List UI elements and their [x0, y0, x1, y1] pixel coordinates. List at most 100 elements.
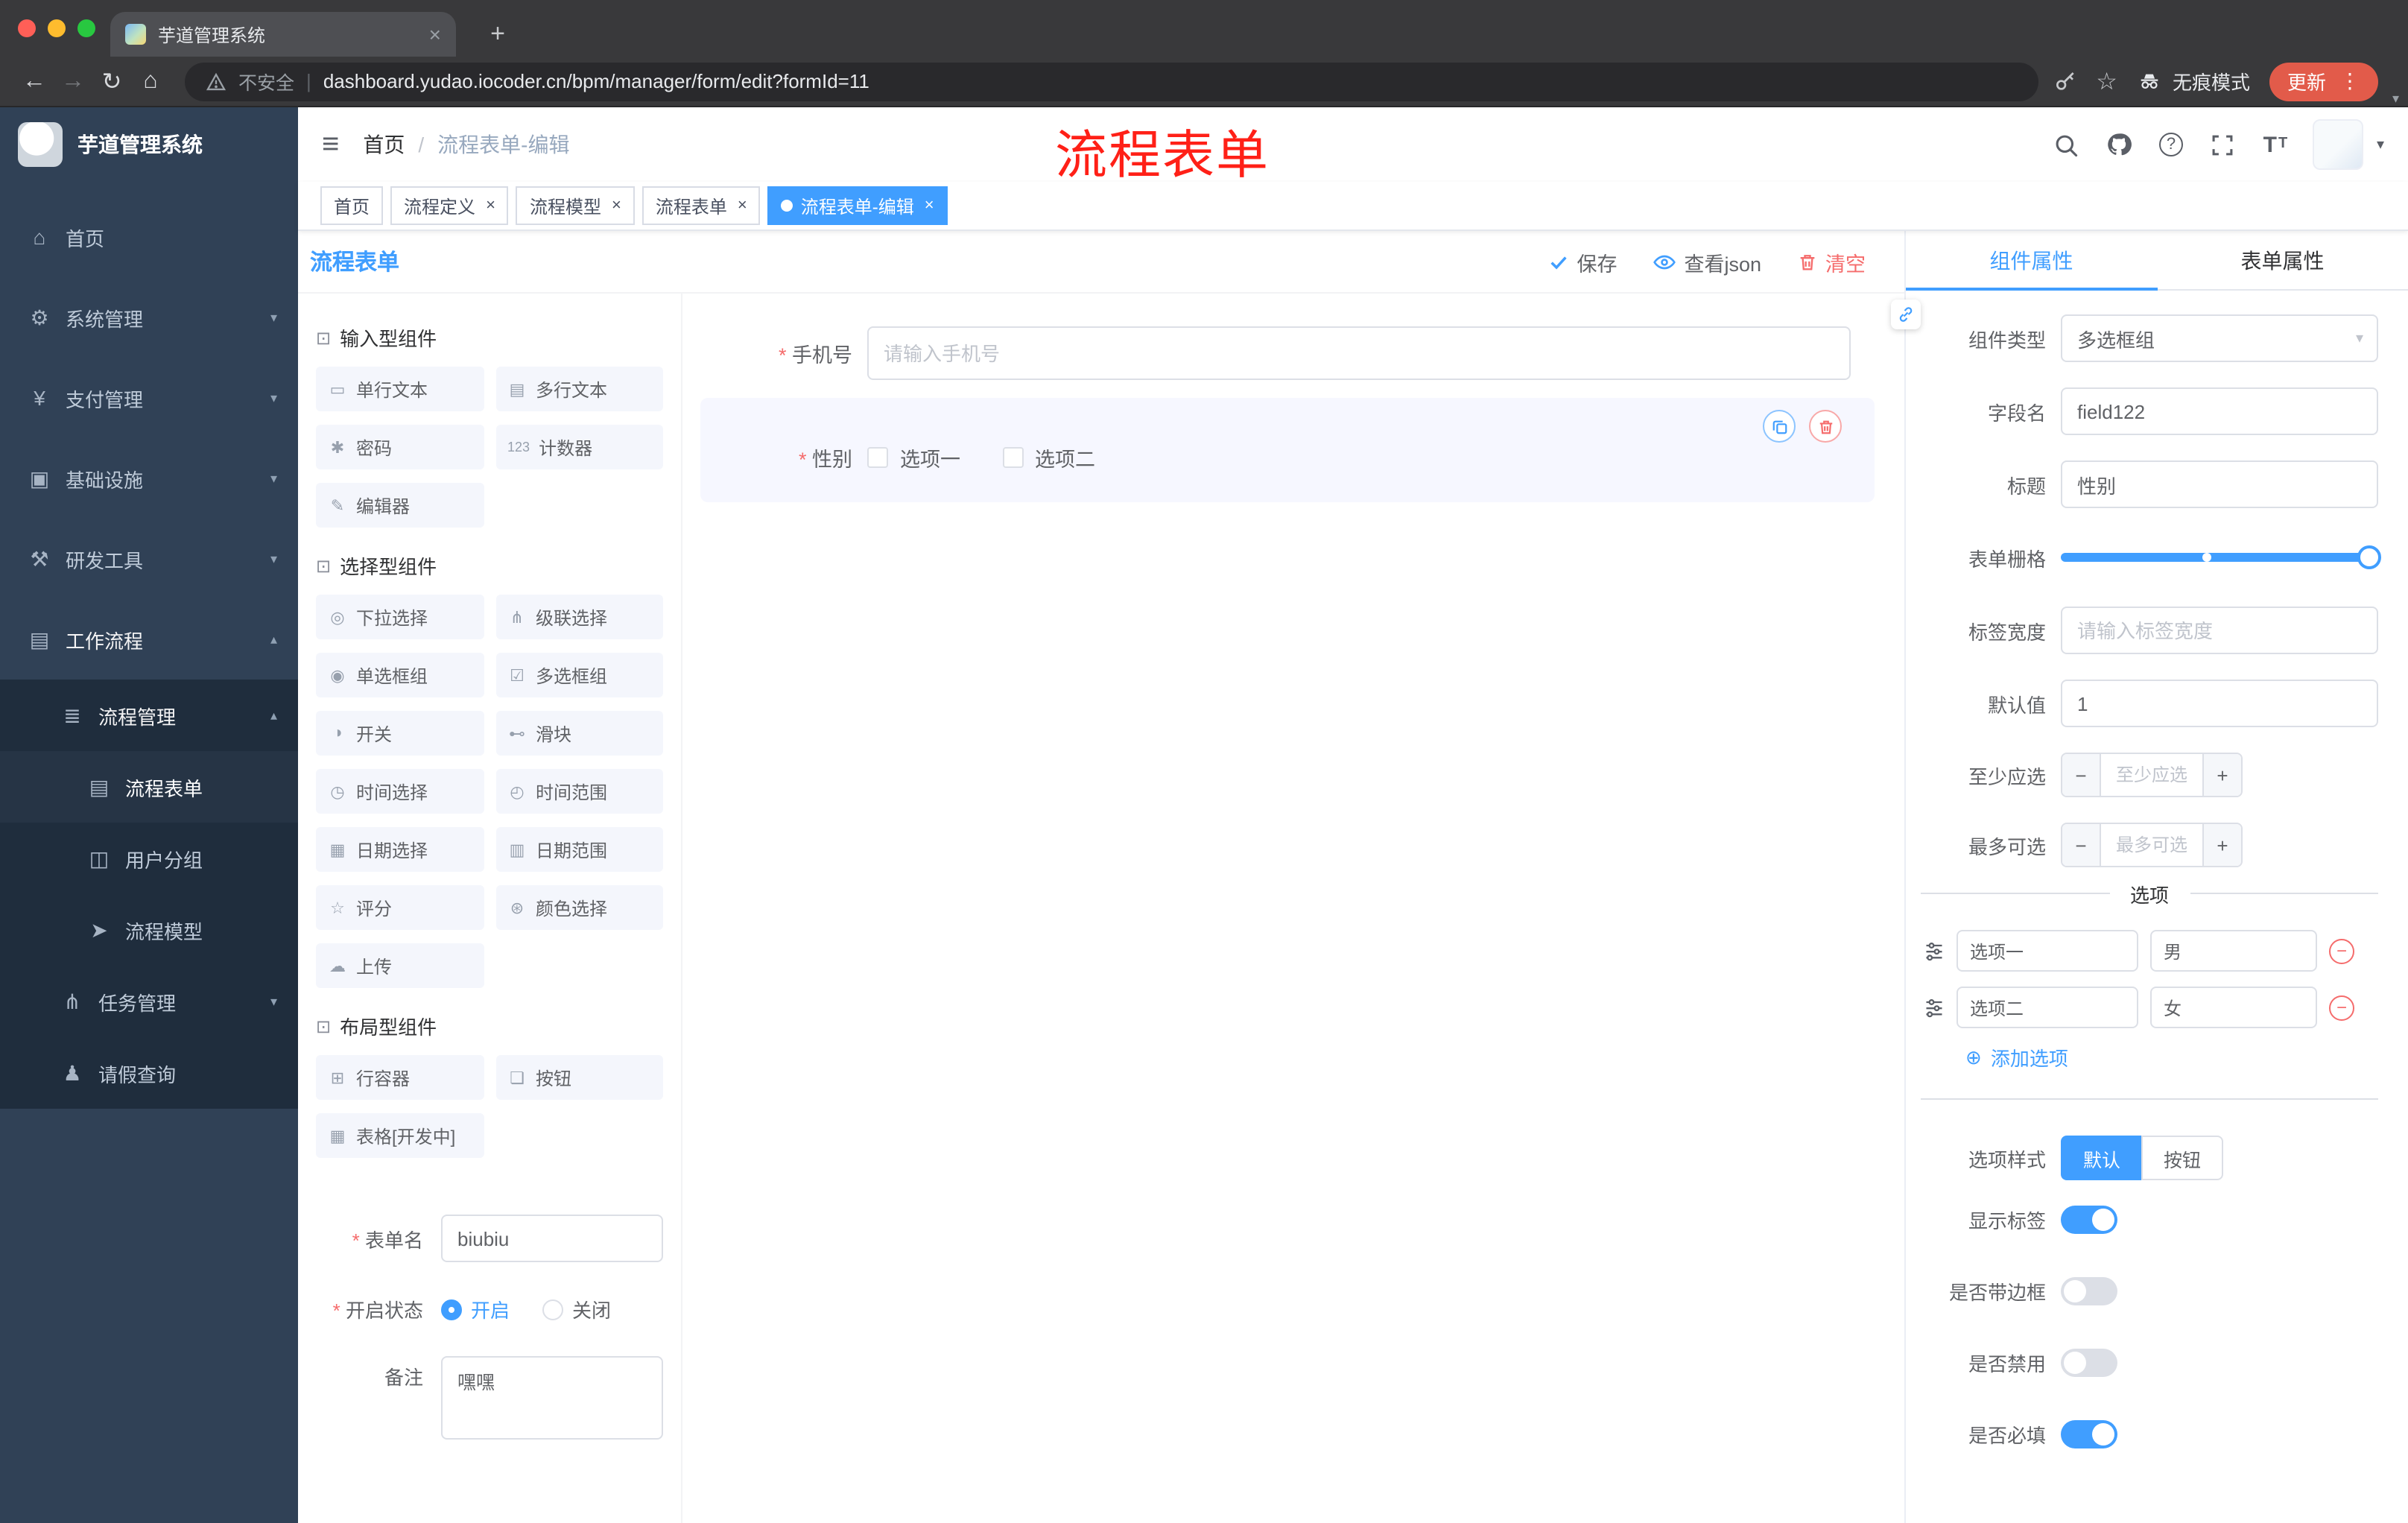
- bookmark-star-icon[interactable]: ☆: [2096, 66, 2117, 96]
- palette-item-radio-group[interactable]: ◉ 单选框组: [316, 653, 484, 697]
- phone-input[interactable]: [867, 326, 1851, 380]
- hamburger-icon[interactable]: ≡: [322, 130, 339, 159]
- forward-icon[interactable]: →: [54, 62, 92, 101]
- tag-process-form[interactable]: 流程表单 ×: [641, 186, 761, 225]
- checkbox-option-2[interactable]: 选项二: [1002, 443, 1095, 472]
- tag-process-definition[interactable]: 流程定义 ×: [390, 186, 509, 225]
- search-icon[interactable]: [2052, 130, 2082, 159]
- fullscreen-icon[interactable]: [2208, 130, 2238, 159]
- maximize-window-button[interactable]: [77, 19, 95, 37]
- field-name-input[interactable]: [2061, 387, 2378, 435]
- show-label-switch[interactable]: [2061, 1206, 2117, 1234]
- avatar[interactable]: [2312, 119, 2363, 170]
- remove-option-button[interactable]: −: [2329, 995, 2354, 1020]
- view-json-button[interactable]: 查看json: [1653, 247, 1761, 276]
- update-button[interactable]: 更新 ⋮: [2269, 62, 2378, 101]
- status-radio-on[interactable]: 开启: [441, 1295, 510, 1323]
- add-option-button[interactable]: ⊕ 添加选项: [1965, 1043, 2378, 1071]
- palette-item-date-picker[interactable]: ▦ 日期选择: [316, 827, 484, 872]
- remark-textarea[interactable]: 嘿嘿: [441, 1356, 663, 1440]
- breadcrumb-home[interactable]: 首页: [363, 130, 405, 159]
- tag-close-icon[interactable]: ×: [486, 197, 495, 215]
- label-width-input[interactable]: [2061, 607, 2378, 654]
- palette-item-table[interactable]: ▦ 表格[开发中]: [316, 1113, 484, 1158]
- palette-item-time-picker[interactable]: ◷ 时间选择: [316, 769, 484, 814]
- required-switch[interactable]: [2061, 1420, 2117, 1448]
- tab-close-icon[interactable]: ×: [429, 22, 441, 46]
- tag-process-form-edit[interactable]: 流程表单-编辑 ×: [767, 186, 948, 225]
- form-canvas[interactable]: 手机号: [682, 294, 1904, 1523]
- increase-icon[interactable]: +: [2202, 824, 2241, 866]
- option-value-input[interactable]: [2150, 987, 2317, 1028]
- delete-widget-button[interactable]: [1809, 410, 1842, 443]
- palette-item-button[interactable]: ❏ 按钮: [495, 1055, 663, 1100]
- reload-icon[interactable]: ↻: [92, 62, 131, 101]
- palette-item-switch[interactable]: ◑ 开关: [316, 711, 484, 756]
- clear-button[interactable]: 清空: [1797, 247, 1866, 276]
- palette-item-color-picker[interactable]: ⊛ 颜色选择: [495, 885, 663, 930]
- default-value-input[interactable]: [2061, 680, 2378, 727]
- palette-item-password[interactable]: ✱ 密码: [316, 425, 484, 469]
- font-size-icon[interactable]: T: [2260, 130, 2290, 159]
- sidebar-item-dev-tools[interactable]: ⚒ 研发工具 ▾: [0, 519, 298, 599]
- canvas-field-gender[interactable]: 性别 选项一 选项二: [700, 398, 1875, 502]
- form-name-input[interactable]: [441, 1215, 663, 1262]
- grid-slider[interactable]: [2061, 533, 2381, 581]
- sidebar-item-task-management[interactable]: ⋔ 任务管理 ▾: [0, 966, 298, 1037]
- decrease-icon[interactable]: −: [2062, 754, 2101, 796]
- component-type-select[interactable]: 多选框组 ▾: [2061, 314, 2378, 362]
- key-icon[interactable]: [2053, 69, 2076, 93]
- home-icon[interactable]: ⌂: [131, 62, 170, 101]
- new-tab-button[interactable]: +: [480, 16, 516, 52]
- decrease-icon[interactable]: −: [2062, 824, 2101, 866]
- palette-item-date-range-picker[interactable]: ▥ 日期范围: [495, 827, 663, 872]
- checkbox-option-1[interactable]: 选项一: [867, 443, 960, 472]
- palette-item-row-container[interactable]: ⊞ 行容器: [316, 1055, 484, 1100]
- palette-item-single-line-text[interactable]: ▭ 单行文本: [316, 367, 484, 411]
- sidebar-item-user-group[interactable]: ◫ 用户分组: [0, 823, 298, 894]
- disabled-switch[interactable]: [2061, 1349, 2117, 1377]
- palette-item-slider[interactable]: ⊷ 滑块: [495, 711, 663, 756]
- drag-option-handle-icon[interactable]: [1924, 940, 1945, 961]
- palette-item-checkbox-group[interactable]: ☑ 多选框组: [495, 653, 663, 697]
- sidebar-item-leave-query[interactable]: ♟ 请假查询: [0, 1037, 298, 1109]
- tab-component-props[interactable]: 组件属性: [1906, 231, 2157, 291]
- min-select-input[interactable]: [2101, 754, 2202, 796]
- close-window-button[interactable]: [18, 19, 36, 37]
- sidebar-item-infrastructure[interactable]: ▣ 基础设施 ▾: [0, 438, 298, 519]
- minimize-window-button[interactable]: [48, 19, 66, 37]
- tab-form-props[interactable]: 表单属性: [2157, 231, 2408, 289]
- browser-tab[interactable]: 芋道管理系统 ×: [110, 12, 456, 57]
- copy-widget-button[interactable]: [1763, 410, 1796, 443]
- back-icon[interactable]: ←: [15, 62, 54, 101]
- tag-home[interactable]: 首页: [320, 186, 384, 225]
- toolbar-caret-icon[interactable]: ▾: [2392, 91, 2399, 107]
- palette-item-select[interactable]: ◎ 下拉选择: [316, 595, 484, 639]
- sidebar-item-home[interactable]: ⌂ 首页: [0, 197, 298, 277]
- palette-item-cascader[interactable]: ⋔ 级联选择: [495, 595, 663, 639]
- option-value-input[interactable]: [2150, 930, 2317, 972]
- palette-item-editor[interactable]: ✎ 编辑器: [316, 483, 484, 528]
- option-style-button-button[interactable]: 按钮: [2141, 1136, 2224, 1180]
- sidebar-item-process-model[interactable]: ➤ 流程模型: [0, 894, 298, 966]
- tag-close-icon[interactable]: ×: [612, 197, 621, 215]
- sidebar-item-process-form[interactable]: ▤ 流程表单: [0, 751, 298, 823]
- drag-option-handle-icon[interactable]: [1924, 997, 1945, 1018]
- option-style-default-button[interactable]: 默认: [2061, 1136, 2142, 1180]
- address-bar[interactable]: 不安全 | dashboard.yudao.iocoder.cn/bpm/man…: [185, 62, 2038, 101]
- tag-close-icon[interactable]: ×: [925, 197, 934, 215]
- palette-item-multi-line-text[interactable]: ▤ 多行文本: [495, 367, 663, 411]
- status-radio-off[interactable]: 关闭: [542, 1295, 611, 1323]
- help-icon[interactable]: ?: [2156, 130, 2186, 159]
- palette-item-counter[interactable]: 123 计数器: [495, 425, 663, 469]
- palette-item-rate[interactable]: ☆ 评分: [316, 885, 484, 930]
- option-label-input[interactable]: [1956, 930, 2138, 972]
- avatar-caret-icon[interactable]: ▾: [2377, 136, 2384, 153]
- palette-item-upload[interactable]: ☁ 上传: [316, 943, 484, 988]
- sidebar-item-workflow[interactable]: ▤ 工作流程 ▴: [0, 599, 298, 680]
- sidebar-item-process-management[interactable]: ≣ 流程管理 ▴: [0, 680, 298, 751]
- border-switch[interactable]: [2061, 1277, 2117, 1305]
- title-input[interactable]: [2061, 460, 2378, 508]
- link-icon[interactable]: [1891, 300, 1921, 329]
- tag-close-icon[interactable]: ×: [738, 197, 747, 215]
